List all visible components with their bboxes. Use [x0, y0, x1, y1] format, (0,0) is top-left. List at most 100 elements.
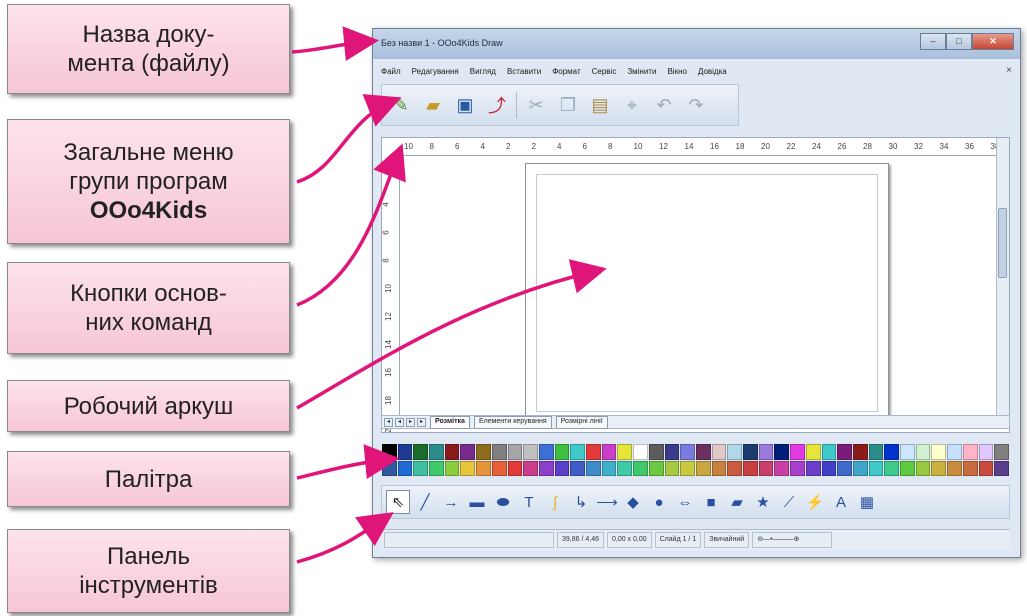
menu-view[interactable]: Вигляд	[470, 67, 496, 76]
color-swatch[interactable]	[852, 460, 868, 476]
vertical-scroll-thumb[interactable]	[998, 208, 1007, 278]
points-icon[interactable]: ⟋	[778, 491, 800, 513]
color-swatch[interactable]	[429, 444, 444, 460]
drawing-area[interactable]: 10 8 6 4 2 2 4 6 8 10 12 14 16 18 20 22 24 26 28 30 32 34 36 38…	[381, 137, 1010, 433]
color-swatch[interactable]	[695, 460, 711, 476]
color-swatch[interactable]	[460, 444, 476, 460]
color-swatch[interactable]	[476, 460, 491, 476]
copy-icon[interactable]: ❐	[555, 92, 581, 118]
worksheet-page[interactable]	[525, 163, 889, 423]
color-swatch[interactable]	[664, 444, 680, 460]
color-swatch[interactable]	[727, 444, 743, 460]
color-swatch[interactable]	[586, 460, 601, 476]
color-swatch[interactable]	[491, 460, 507, 476]
color-swatch[interactable]	[617, 460, 633, 476]
open-file-icon[interactable]: ▰	[420, 92, 446, 118]
color-swatch[interactable]	[837, 460, 852, 476]
color-swatch[interactable]	[743, 460, 758, 476]
color-swatch[interactable]	[727, 460, 743, 476]
menu-modify[interactable]: Змінити	[627, 67, 656, 76]
line-arrow-icon[interactable]: →	[440, 491, 462, 513]
color-swatch[interactable]	[758, 444, 774, 460]
callouts-icon[interactable]: ▰	[726, 491, 748, 513]
color-swatch[interactable]	[790, 460, 805, 476]
color-swatch[interactable]	[868, 444, 884, 460]
basic-shapes-icon[interactable]: ◆	[622, 491, 644, 513]
redo-icon[interactable]: ↷	[683, 92, 709, 118]
color-swatch[interactable]	[680, 444, 695, 460]
close-document-icon[interactable]: ×	[1006, 65, 1012, 76]
ooo4kids-menu-icon[interactable]: ✎	[388, 92, 414, 118]
color-swatch[interactable]	[444, 460, 460, 476]
line-icon[interactable]: ╱	[414, 491, 436, 513]
color-swatch[interactable]	[554, 460, 570, 476]
color-swatch[interactable]	[994, 444, 1009, 460]
color-swatch[interactable]	[805, 444, 821, 460]
color-swatch[interactable]	[711, 444, 727, 460]
color-swatch[interactable]	[821, 460, 837, 476]
color-swatch[interactable]	[491, 444, 507, 460]
color-swatch[interactable]	[962, 444, 978, 460]
color-swatch[interactable]	[570, 460, 586, 476]
maximize-icon[interactable]: □	[946, 33, 972, 50]
connector-icon[interactable]: ↳	[570, 491, 592, 513]
insert-image-icon[interactable]: ▦	[856, 491, 878, 513]
export-pdf-icon[interactable]: ⤴	[484, 92, 510, 118]
color-swatch[interactable]	[994, 460, 1009, 476]
close-icon[interactable]: ✕	[972, 33, 1014, 50]
color-swatch[interactable]	[805, 460, 821, 476]
color-swatch[interactable]	[601, 460, 617, 476]
undo-icon[interactable]: ↶	[651, 92, 677, 118]
color-swatch[interactable]	[758, 460, 774, 476]
color-swatch[interactable]	[978, 444, 994, 460]
menu-edit[interactable]: Редагування	[412, 67, 459, 76]
curve-icon[interactable]: ∫	[544, 491, 566, 513]
menu-tools[interactable]: Сервіс	[592, 67, 617, 76]
color-swatch[interactable]	[680, 460, 695, 476]
minimize-icon[interactable]: –	[920, 33, 946, 50]
save-icon[interactable]: ▣	[452, 92, 478, 118]
color-swatch[interactable]	[538, 460, 554, 476]
color-swatch[interactable]	[570, 444, 586, 460]
zoom-slider[interactable]: ⊖—•———⊕	[752, 532, 833, 548]
color-swatch[interactable]	[978, 460, 994, 476]
color-swatch[interactable]	[774, 444, 790, 460]
prev-tab-icon[interactable]: ◂	[395, 417, 404, 427]
color-swatch[interactable]	[884, 444, 900, 460]
color-swatch[interactable]	[523, 444, 538, 460]
color-swatch[interactable]	[931, 444, 947, 460]
color-swatch[interactable]	[900, 460, 915, 476]
menu-file[interactable]: Файл	[381, 67, 401, 76]
color-swatch[interactable]	[695, 444, 711, 460]
color-swatch[interactable]	[633, 444, 648, 460]
symbol-shapes-icon[interactable]: ●	[648, 491, 670, 513]
rectangle-icon[interactable]: ▬	[466, 491, 488, 513]
color-swatch[interactable]	[476, 444, 491, 460]
color-swatch[interactable]	[538, 444, 554, 460]
color-swatch[interactable]	[382, 444, 397, 460]
color-swatch[interactable]	[523, 460, 538, 476]
color-swatch[interactable]	[947, 460, 962, 476]
color-swatch[interactable]	[507, 460, 523, 476]
color-swatch[interactable]	[852, 444, 868, 460]
text-box-icon[interactable]: A	[830, 491, 852, 513]
menu-insert[interactable]: Вставити	[507, 67, 541, 76]
lines-arrows-icon[interactable]: ⟶	[596, 491, 618, 513]
color-swatch[interactable]	[554, 444, 570, 460]
ellipse-icon[interactable]: ⬬	[492, 491, 514, 513]
menu-window[interactable]: Вікно	[667, 67, 686, 76]
color-swatch[interactable]	[900, 444, 915, 460]
color-swatch[interactable]	[413, 460, 429, 476]
color-swatch[interactable]	[633, 460, 648, 476]
color-swatch[interactable]	[664, 460, 680, 476]
color-swatch[interactable]	[962, 460, 978, 476]
flowchart-icon[interactable]: ■	[700, 491, 722, 513]
clone-formatting-icon[interactable]: ⌖	[619, 92, 645, 118]
color-swatch[interactable]	[586, 444, 601, 460]
color-swatch[interactable]	[444, 444, 460, 460]
title-bar[interactable]: Без назви 1 - OOo4Kids Draw – □ ✕	[373, 29, 1020, 59]
color-swatch[interactable]	[413, 444, 429, 460]
color-swatch[interactable]	[837, 444, 852, 460]
color-swatch[interactable]	[868, 460, 884, 476]
color-swatch[interactable]	[790, 444, 805, 460]
